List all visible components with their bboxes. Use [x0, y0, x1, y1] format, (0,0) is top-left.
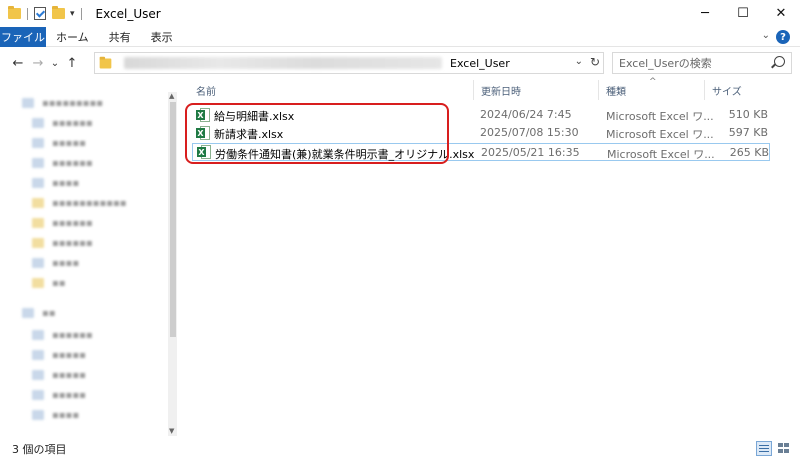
file-size: 597 KB [728, 126, 768, 139]
column-header-type[interactable]: 種類 [606, 80, 626, 100]
scroll-down-icon[interactable]: ▼ [169, 427, 174, 435]
file-type: Microsoft Excel ワ... [606, 110, 714, 123]
breadcrumb-current-folder[interactable]: Excel_User [450, 57, 510, 70]
desktop-icon [32, 258, 44, 268]
sidebar-item[interactable]: ▪▪▪▪▪ [32, 366, 86, 384]
column-header-name[interactable]: 名前 [196, 80, 216, 100]
column-header-size[interactable]: サイズ [712, 80, 742, 100]
column-divider[interactable] [598, 80, 599, 100]
downloads-icon [32, 350, 44, 360]
recent-locations-button[interactable]: ⌄ [48, 58, 62, 69]
search-input[interactable] [619, 56, 769, 70]
desktop-icon [32, 370, 44, 380]
tab-file[interactable]: ファイル [0, 26, 46, 47]
pictures-icon [32, 178, 44, 188]
folder-icon [32, 238, 44, 248]
item-count: 3 個の項目 [12, 442, 67, 456]
pc-icon [22, 308, 34, 318]
tab-share[interactable]: 共有 [99, 27, 141, 47]
sidebar-item[interactable]: ▪▪▪▪▪▪ [32, 154, 93, 172]
scrollbar-thumb[interactable] [170, 102, 176, 337]
sidebar-item[interactable]: ▪▪▪▪▪▪▪▪▪▪▪ [32, 194, 127, 212]
sidebar-item[interactable]: ▪▪▪▪▪▪ [32, 114, 93, 132]
details-view-icon[interactable] [756, 441, 772, 456]
pictures-icon [32, 410, 44, 420]
divider [27, 7, 28, 20]
ribbon-tabs: ファイル ホーム 共有 表示 ⌄ ? [0, 26, 800, 47]
file-modified: 2025/07/08 15:30 [480, 126, 579, 139]
divider [80, 7, 82, 20]
sidebar-item[interactable]: ▪▪▪▪▪▪ [32, 326, 93, 344]
star-icon [22, 98, 34, 108]
back-button[interactable]: ← [8, 56, 28, 71]
tab-view[interactable]: 表示 [141, 27, 183, 47]
expand-ribbon-icon[interactable]: ⌄ [762, 30, 770, 41]
sidebar-item[interactable]: ▪▪▪▪▪▪ [32, 214, 93, 232]
sidebar-item-pc[interactable]: ▪▪ [22, 304, 56, 322]
folder-icon [99, 56, 112, 68]
sort-ascending-icon: ^ [649, 77, 657, 87]
up-button[interactable]: ↑ [62, 56, 82, 71]
large-icons-view-icon[interactable] [776, 441, 792, 456]
file-size: 510 KB [728, 108, 768, 121]
forward-button[interactable]: → [28, 56, 48, 71]
3d-objects-icon [32, 330, 44, 340]
column-divider[interactable] [473, 80, 474, 100]
minimize-button[interactable]: ─ [686, 0, 724, 27]
sidebar-item[interactable]: ▪▪▪▪ [32, 174, 79, 192]
sidebar-item[interactable]: ▪▪▪▪ [32, 406, 79, 424]
help-icon[interactable]: ? [776, 30, 790, 44]
navigation-bar: ← → ⌄ ↑ Excel_User ⌄ ↻ [0, 47, 800, 79]
breadcrumb-blurred [124, 57, 442, 69]
sidebar-item[interactable]: ▪▪▪▪▪▪ [32, 234, 93, 252]
file-type: Microsoft Excel ワ... [607, 148, 715, 161]
tab-home[interactable]: ホーム [46, 27, 99, 47]
folder-icon [32, 218, 44, 228]
status-bar: 3 個の項目 [0, 438, 800, 459]
title-bar: ▾ Excel_User ─ ☐ ✕ [0, 0, 800, 27]
sidebar-item-quick-access[interactable]: ▪▪▪▪▪▪▪▪▪ [22, 94, 103, 112]
column-header-modified[interactable]: 更新日時 [481, 80, 521, 100]
search-icon[interactable] [774, 56, 785, 67]
address-dropdown-icon[interactable]: ⌄ [575, 56, 583, 67]
properties-icon[interactable] [34, 7, 46, 20]
close-button[interactable]: ✕ [762, 0, 800, 27]
column-divider[interactable] [704, 80, 705, 100]
folder-icon [8, 6, 21, 19]
annotation-highlight-box [185, 103, 449, 164]
window-title: Excel_User [95, 6, 161, 21]
quick-access-dropdown-icon[interactable]: ▾ [70, 9, 75, 19]
new-folder-icon[interactable] [52, 6, 65, 19]
folder-icon [32, 198, 44, 208]
documents-icon [32, 390, 44, 400]
file-modified: 2025/05/21 16:35 [481, 146, 580, 159]
scroll-up-icon[interactable]: ▲ [169, 92, 174, 100]
sidebar-item[interactable]: ▪▪▪▪ [32, 254, 79, 272]
file-type: Microsoft Excel ワ... [606, 128, 714, 141]
sidebar-item[interactable]: ▪▪▪▪▪ [32, 134, 86, 152]
maximize-button[interactable]: ☐ [724, 0, 762, 27]
refresh-icon[interactable]: ↻ [590, 55, 600, 69]
downloads-icon [32, 158, 44, 168]
search-box [612, 52, 792, 74]
address-bar[interactable]: Excel_User ⌄ ↻ [94, 52, 604, 74]
file-size: 265 KB [729, 146, 769, 159]
documents-icon [32, 138, 44, 148]
navigation-pane: ▪▪▪▪▪▪▪▪▪ ▪▪▪▪▪▪ ▪▪▪▪▪ ▪▪▪▪▪▪ ▪▪▪▪ ▪▪▪▪▪… [0, 82, 178, 436]
sidebar-item[interactable]: ▪▪▪▪▪ [32, 386, 86, 404]
sidebar-item[interactable]: ▪▪ [32, 274, 66, 292]
folder-icon [32, 278, 44, 288]
desktop-icon [32, 118, 44, 128]
file-modified: 2024/06/24 7:45 [480, 108, 572, 121]
sidebar-item[interactable]: ▪▪▪▪▪ [32, 346, 86, 364]
